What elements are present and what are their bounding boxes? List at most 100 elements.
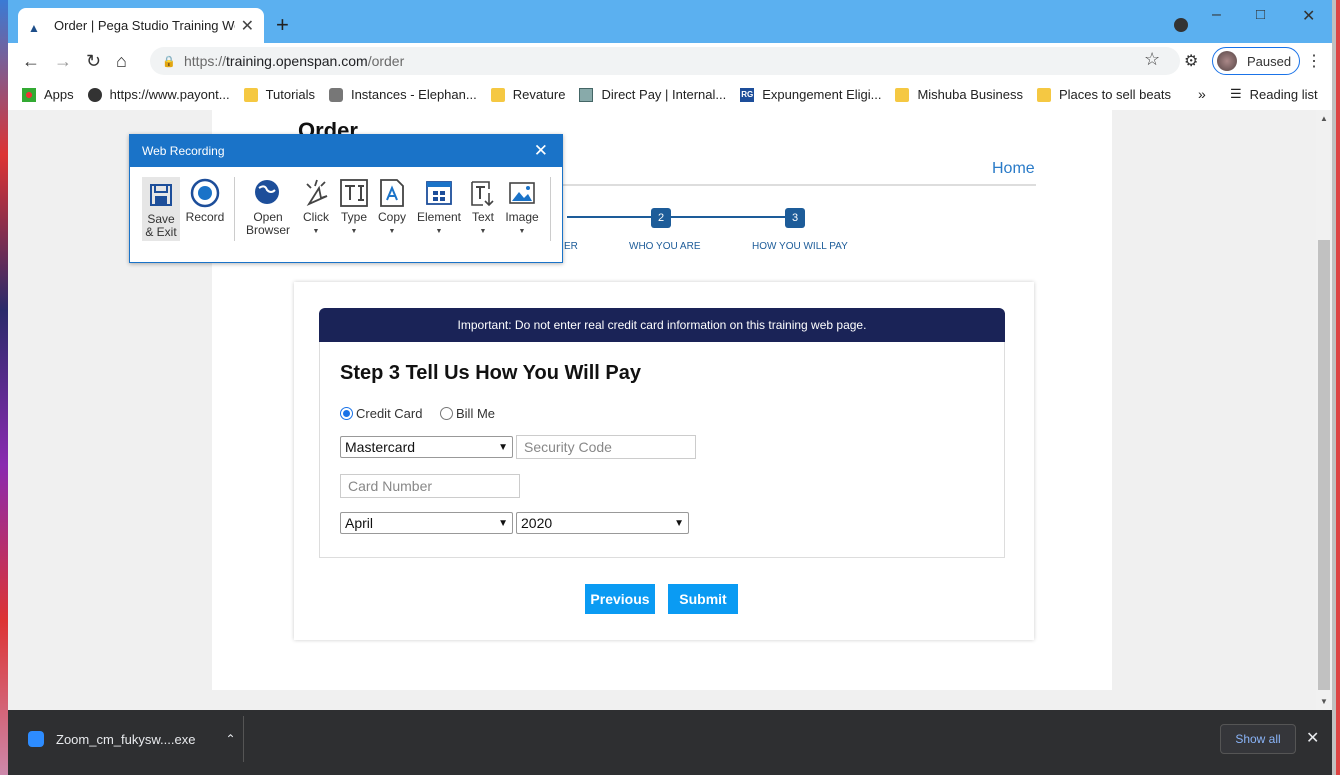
bookmark-tutorials[interactable]: Tutorials: [243, 87, 315, 102]
browser-tab[interactable]: ▲ Order | Pega Studio Training Web ✕: [18, 8, 264, 43]
bookmark-instances[interactable]: Instances - Elephan...: [328, 87, 477, 102]
scroll-up-icon[interactable]: ▲: [1320, 114, 1328, 123]
folder-icon: [1036, 87, 1051, 102]
save-exit-button[interactable]: Save & Exit: [142, 177, 180, 241]
bookmark-expungement[interactable]: RG Expungement Eligi...: [740, 87, 881, 102]
radio-unselected-icon: [440, 407, 453, 420]
radio-label: Bill Me: [456, 406, 496, 421]
address-bar[interactable]: 🔒 https://training.openspan.com/order: [150, 47, 1180, 75]
web-recording-panel: Web Recording ✕ Save & Exit Record Open …: [129, 134, 563, 263]
nav-divider: [512, 184, 1036, 186]
year-select[interactable]: 2020 ▼: [516, 512, 689, 534]
bookmark-places[interactable]: Places to sell beats: [1036, 87, 1171, 102]
home-button[interactable]: ⌂: [116, 51, 127, 72]
browser-titlebar: ▲ Order | Pega Studio Training Web ✕ + –…: [8, 0, 1332, 43]
bookmark-label: Expungement Eligi...: [762, 87, 882, 102]
bookmark-direct-pay[interactable]: Direct Pay | Internal...: [579, 87, 726, 102]
download-item[interactable]: Zoom_cm_fukysw....exe ⌃: [8, 716, 244, 762]
back-button[interactable]: ←: [22, 51, 40, 72]
credit-card-radio[interactable]: Credit Card: [340, 406, 422, 421]
folder-icon: [243, 87, 258, 102]
chevron-up-icon[interactable]: ⌃: [225, 732, 235, 746]
rg-icon: RG: [740, 87, 755, 102]
home-link[interactable]: Home: [992, 160, 1035, 178]
progress-line: [567, 216, 797, 218]
step-3-marker: 3: [785, 208, 805, 228]
apps-icon: [22, 87, 36, 102]
close-icon[interactable]: ✕: [534, 141, 548, 161]
reload-button[interactable]: ↻: [86, 51, 101, 72]
reading-list-label: Reading list: [1249, 86, 1318, 102]
window-close-button[interactable]: ✕: [1302, 6, 1315, 26]
close-icon[interactable]: ✕: [1306, 728, 1319, 748]
folder-icon: [895, 87, 910, 102]
scrollbar[interactable]: ▲ ▼: [1316, 110, 1332, 710]
tool-label: Text: [471, 210, 494, 224]
new-tab-button[interactable]: +: [276, 12, 289, 38]
maximize-button[interactable]: □: [1256, 6, 1265, 23]
bookmark-payont[interactable]: https://www.payont...: [87, 87, 230, 102]
select-value: 2020: [521, 515, 553, 531]
bookmark-label: Tutorials: [265, 87, 315, 102]
element-icon: [424, 177, 454, 209]
download-bar: Zoom_cm_fukysw....exe ⌃ Show all ✕: [8, 710, 1332, 775]
bookmark-label: Revature: [512, 87, 566, 102]
submit-button[interactable]: Submit: [668, 584, 738, 614]
minimize-button[interactable]: –: [1212, 6, 1221, 24]
open-browser-button[interactable]: Open Browser: [242, 177, 294, 237]
tool-label: Type: [340, 210, 367, 224]
step-2-marker: 2: [651, 208, 671, 228]
month-select[interactable]: April ▼: [340, 512, 513, 534]
chevron-down-icon: ▼: [498, 517, 508, 529]
extensions-icon[interactable]: ⚙: [1184, 51, 1198, 71]
step-2-label: WHO YOU ARE: [629, 241, 701, 252]
tool-label: Click: [303, 210, 329, 224]
card-number-input[interactable]: Card Number: [340, 474, 520, 498]
copy-button[interactable]: Copy ▼: [374, 177, 410, 238]
security-code-input[interactable]: Security Code: [516, 435, 696, 459]
avatar: [1217, 51, 1237, 71]
bookmark-mishuba[interactable]: Mishuba Business: [895, 87, 1023, 102]
reading-list-icon: ☰: [1230, 86, 1242, 101]
card-type-select[interactable]: Mastercard ▼: [340, 436, 513, 458]
previous-button[interactable]: Previous: [585, 584, 655, 614]
folder-icon: [490, 87, 505, 102]
scrollbar-thumb[interactable]: [1318, 240, 1330, 690]
step-1-label: ER: [564, 241, 578, 252]
save-icon: [146, 179, 176, 211]
bookmark-revature[interactable]: Revature: [490, 87, 566, 102]
record-button[interactable]: Record: [186, 177, 224, 224]
tab-search-icon[interactable]: [1174, 18, 1188, 32]
text-button[interactable]: Text ▼: [466, 177, 500, 238]
menu-icon[interactable]: ⋮: [1306, 51, 1322, 71]
click-button[interactable]: Click ▼: [298, 177, 334, 238]
record-icon: [190, 177, 220, 209]
lock-icon: 🔒: [162, 56, 176, 68]
tool-label: Image: [505, 210, 539, 224]
profile-button[interactable]: Paused: [1212, 47, 1300, 75]
radio-label: Credit Card: [356, 406, 423, 421]
type-icon: [339, 177, 369, 209]
desktop-right-edge: [1336, 0, 1340, 775]
bookmark-apps[interactable]: Apps: [22, 87, 74, 102]
tool-label: Save & Exit: [145, 212, 177, 239]
copy-icon: [377, 177, 407, 209]
bookmark-label: Places to sell beats: [1058, 87, 1171, 102]
show-all-button[interactable]: Show all: [1220, 724, 1296, 754]
more-bookmarks-icon[interactable]: »: [1198, 86, 1206, 102]
image-button[interactable]: Image ▼: [504, 177, 540, 238]
forward-button[interactable]: →: [54, 51, 72, 72]
tab-close-icon[interactable]: ✕: [241, 16, 254, 36]
toolbar-divider: [234, 177, 235, 241]
type-button[interactable]: Type ▼: [336, 177, 372, 238]
reading-list-button[interactable]: ☰ Reading list: [1230, 86, 1318, 102]
element-button[interactable]: Element ▼: [416, 177, 462, 238]
tool-label: Record: [185, 210, 225, 224]
tab-title: Order | Pega Studio Training Web: [54, 18, 235, 33]
bill-me-radio[interactable]: Bill Me: [440, 406, 495, 421]
elephant-icon: [328, 87, 343, 102]
bookmark-star-icon[interactable]: ☆: [1144, 49, 1160, 70]
cursor-click-icon: [301, 177, 331, 209]
scroll-down-icon[interactable]: ▼: [1320, 697, 1328, 706]
chevron-down-icon: ▼: [388, 228, 396, 235]
